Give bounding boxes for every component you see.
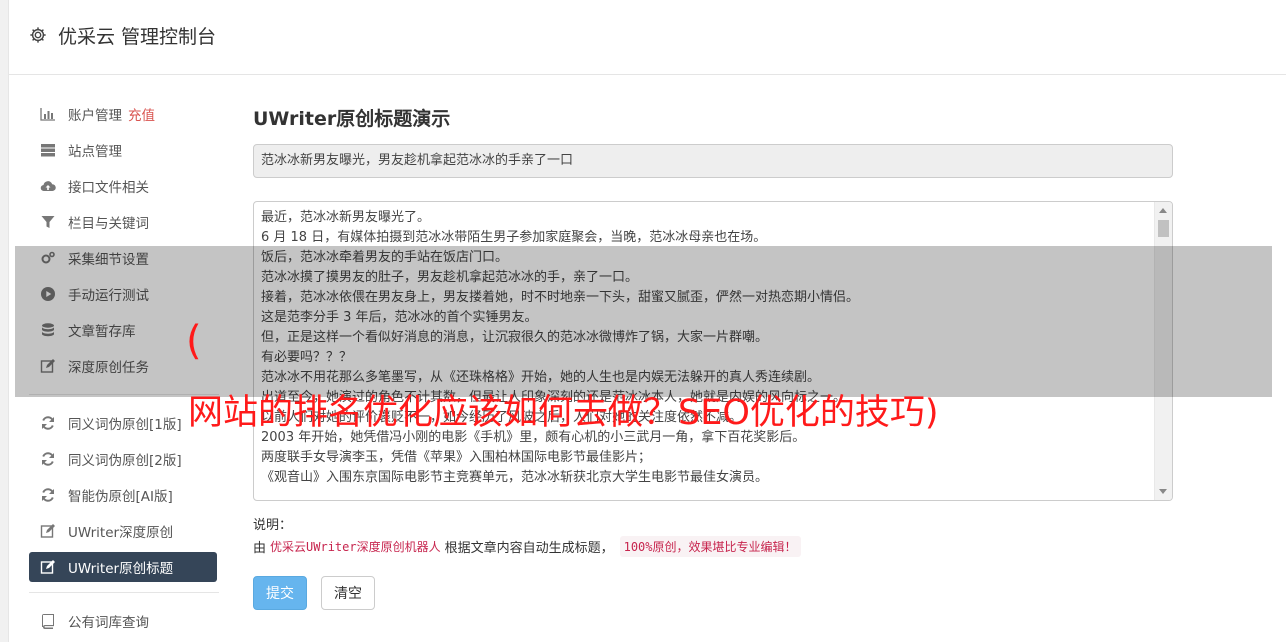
note-prefix: 由 — [253, 541, 267, 556]
submit-button[interactable]: 提交 — [253, 576, 307, 610]
app-title: 优采云 管理控制台 — [58, 26, 217, 48]
recharge-link[interactable]: 充值 — [128, 104, 155, 124]
edit-icon — [39, 522, 57, 540]
scroll-down-arrow-icon[interactable] — [1159, 489, 1167, 494]
sidebar-item-sites[interactable]: 站点管理 — [29, 132, 219, 168]
sidebar-divider — [29, 592, 219, 593]
book-icon — [39, 612, 57, 630]
watermark-headline: 网站的排名优化应该如何去做？SEO优化的技巧) — [188, 393, 939, 433]
watermark-paren: ( — [186, 318, 202, 364]
note-robot-link[interactable]: 优采云UWriter深度原创机器人 — [270, 538, 441, 555]
server-icon — [39, 141, 57, 159]
app-header: 优采云 管理控制台 — [9, 0, 1286, 75]
cloud-upload-icon — [39, 177, 57, 195]
sidebar-item-label: UWriter原创标题 — [68, 561, 174, 577]
sidebar-item-label: 站点管理 — [68, 144, 122, 160]
filter-icon — [39, 213, 57, 231]
refresh-icon — [39, 450, 57, 468]
sidebar-item-synonym-v2[interactable]: 同义词伪原创[2版] — [29, 441, 219, 477]
page-title: UWriter原创标题演示 — [253, 108, 451, 130]
gear-icon — [29, 26, 47, 44]
watermark-overlay-band — [15, 246, 1272, 397]
content-line: 最近，范冰冰新男友曝光了。 — [261, 210, 431, 225]
note-label: 说明： — [253, 518, 293, 533]
note-highlight: 100%原创，效果堪比专业编辑！ — [619, 536, 801, 557]
sidebar-item-api-files[interactable]: 接口文件相关 — [29, 168, 219, 204]
scroll-up-arrow-icon[interactable] — [1159, 208, 1167, 213]
sidebar-item-public-dictionary[interactable]: 公有词库查询 — [29, 603, 219, 639]
clear-button[interactable]: 清空 — [321, 576, 375, 610]
refresh-icon — [39, 486, 57, 504]
bar-chart-icon — [39, 105, 57, 123]
sidebar-item-label: 账户管理 — [68, 108, 122, 124]
sidebar-item-label: 栏目与关键词 — [68, 216, 149, 232]
sidebar-item-label: 公有词库查询 — [68, 615, 149, 631]
sidebar-item-label: 同义词伪原创[1版] — [68, 417, 182, 433]
sidebar-item-label: 智能伪原创[AI版] — [68, 489, 173, 505]
main-panel: UWriter原创标题演示 范冰冰新男友曝光，男友趁机拿起范冰冰的手亲了一口 最… — [253, 106, 1173, 610]
sidebar-item-label: 同义词伪原创[2版] — [68, 453, 182, 469]
content-line: 《观音山》入围东京国际电影节主竞赛单元，范冰冰斩获北京大学生电影节最佳女演员。 — [261, 470, 769, 485]
scrollbar-thumb[interactable] — [1158, 220, 1169, 237]
sidebar-item-uwriter-title[interactable]: UWriter原创标题 — [29, 552, 217, 582]
sidebar-item-label: UWriter深度原创 — [68, 525, 174, 541]
sidebar-item-uwriter-deep[interactable]: UWriter深度原创 — [29, 513, 219, 549]
sidebar-item-account[interactable]: 账户管理 充值 — [29, 96, 219, 132]
sidebar-item-label: 接口文件相关 — [68, 180, 149, 196]
generated-title-field[interactable]: 范冰冰新男友曝光，男友趁机拿起范冰冰的手亲了一口 — [253, 144, 1173, 178]
content-line: 两度联手女导演李玉，凭借《苹果》入围柏林国际电影节最佳影片； — [261, 450, 652, 465]
sidebar-item-keywords[interactable]: 栏目与关键词 — [29, 204, 219, 240]
note-text: 由 优采云UWriter深度原创机器人 根据文章内容自动生成标题， 100%原创… — [253, 536, 801, 557]
note-middle: 根据文章内容自动生成标题， — [444, 541, 614, 556]
edit-icon — [39, 558, 57, 576]
refresh-icon — [39, 414, 57, 432]
sidebar-item-ai-rewrite[interactable]: 智能伪原创[AI版] — [29, 477, 219, 513]
content-line: 6 月 18 日，有媒体拍摄到范冰冰带陌生男子参加家庭聚会，当晚，范冰冰母亲也在… — [261, 230, 767, 245]
